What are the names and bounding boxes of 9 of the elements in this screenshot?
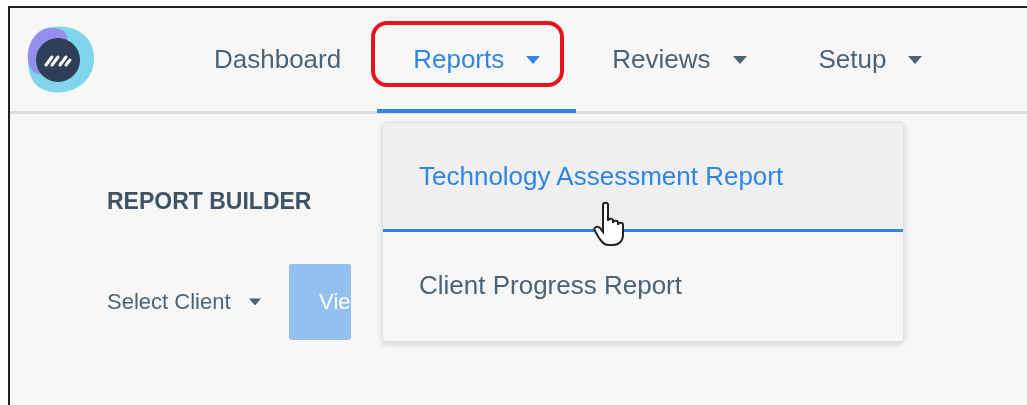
hand-cursor-icon: [593, 201, 627, 247]
page-title: REPORT BUILDER: [107, 188, 313, 216]
client-select[interactable]: Select Client: [107, 285, 261, 319]
menu-item[interactable]: Client Progress Report: [383, 232, 903, 341]
caret-icon: [248, 297, 261, 306]
nav-tab[interactable]: Reviews: [576, 6, 783, 113]
nav-tab[interactable]: Dashboard: [178, 6, 378, 113]
menu-item[interactable]: Technology Assessment Report: [383, 123, 903, 232]
nav-tab[interactable]: Setup: [782, 6, 959, 113]
